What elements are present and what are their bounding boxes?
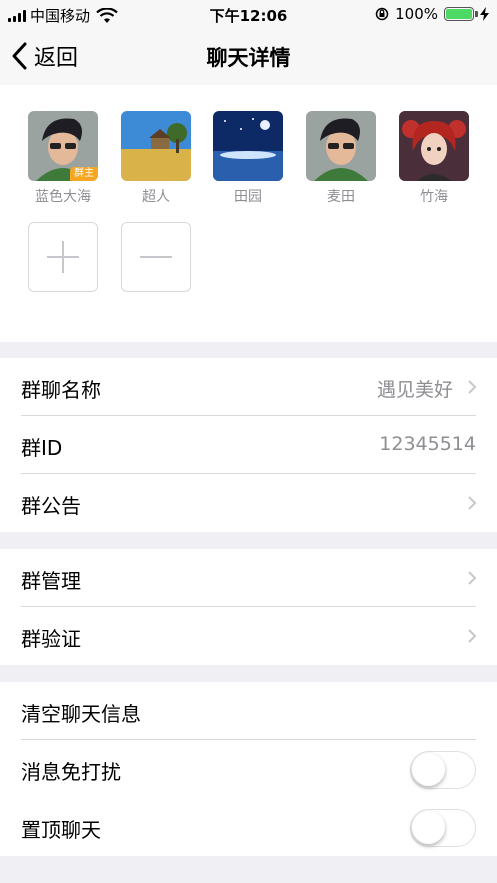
member-item[interactable]: 超人 [121, 111, 191, 206]
status-bar: 中国移动 下午12:06 100% [0, 0, 497, 28]
landscape-avatar-icon [121, 111, 191, 181]
group-info-section: 群聊名称 遇见美好 群ID 12345514 群公告 [0, 358, 497, 532]
mute-toggle[interactable] [410, 751, 476, 789]
group-name-row[interactable]: 群聊名称 遇见美好 [0, 358, 497, 416]
page-title: 聊天详情 [206, 46, 291, 70]
night-sky-avatar-icon [213, 111, 283, 181]
chevron-right-icon [468, 629, 477, 643]
plus-icon [47, 241, 79, 273]
management-row[interactable]: 群管理 [0, 549, 497, 607]
member-name: 麦田 [327, 189, 355, 205]
avatar[interactable]: 群主 [28, 111, 98, 181]
clear-history-row[interactable]: 清空聊天信息 [0, 682, 497, 740]
member-item[interactable]: 群主 蓝色大海 [28, 111, 98, 206]
pin-row: 置顶聊天 [0, 798, 497, 856]
group-name-label: 群聊名称 [21, 378, 101, 402]
group-id-value: 12345514 [379, 433, 476, 455]
member-name: 田园 [234, 189, 262, 205]
announcement-row[interactable]: 群公告 [0, 474, 497, 532]
nav-bar: 返回 聊天详情 [0, 28, 497, 85]
charging-icon [480, 7, 489, 21]
status-right: 100% [375, 5, 489, 23]
avatar[interactable] [399, 111, 469, 181]
battery-percent: 100% [395, 5, 438, 23]
mute-label: 消息免打扰 [21, 760, 121, 784]
group-id-row: 群ID 12345514 [0, 416, 497, 474]
avatar[interactable] [121, 111, 191, 181]
group-name-value: 遇见美好 [376, 379, 453, 401]
clear-history-label: 清空聊天信息 [21, 702, 141, 726]
man-avatar-icon [306, 111, 376, 181]
member-name: 超人 [142, 189, 170, 205]
owner-badge: 群主 [70, 167, 98, 181]
add-member-button[interactable] [28, 222, 98, 292]
member-item[interactable]: 竹海 [399, 111, 469, 206]
pin-label: 置顶聊天 [21, 818, 101, 842]
chevron-right-icon [468, 380, 477, 394]
avatar[interactable] [306, 111, 376, 181]
toggle-knob [412, 811, 445, 844]
member-name: 竹海 [420, 189, 448, 205]
chevron-right-icon [468, 496, 477, 510]
mute-row: 消息免打扰 [0, 740, 497, 798]
girl-avatar-icon [399, 111, 469, 181]
member-item[interactable]: 田园 [213, 111, 283, 206]
verification-label: 群验证 [21, 627, 81, 651]
remove-member-button[interactable] [121, 222, 191, 292]
group-id-label: 群ID [21, 436, 63, 460]
chat-options-section: 清空聊天信息 消息免打扰 置顶聊天 [0, 682, 497, 856]
member-item[interactable]: 麦田 [306, 111, 376, 206]
battery-icon [444, 7, 478, 21]
management-label: 群管理 [21, 569, 81, 593]
members-panel: 群主 蓝色大海 超人 田园 麦田 竹海 [0, 85, 497, 342]
minus-icon [140, 256, 172, 258]
group-admin-section: 群管理 群验证 [0, 549, 497, 665]
announcement-label: 群公告 [21, 494, 81, 518]
chevron-right-icon [468, 571, 477, 585]
rotation-lock-icon [375, 7, 389, 21]
toggle-knob [412, 753, 445, 786]
member-name: 蓝色大海 [35, 189, 91, 205]
pin-toggle[interactable] [410, 809, 476, 847]
verification-row[interactable]: 群验证 [0, 607, 497, 665]
battery-fill [446, 9, 472, 19]
avatar[interactable] [213, 111, 283, 181]
